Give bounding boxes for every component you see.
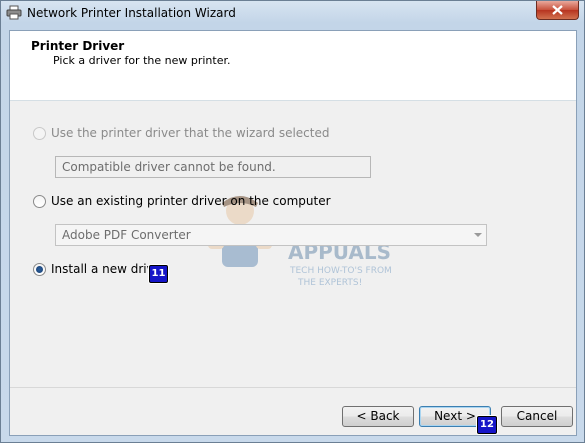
close-icon [552, 5, 563, 15]
window-title: Network Printer Installation Wizard [27, 6, 236, 20]
radio-wizard-driver [33, 126, 46, 140]
wizard-content: Printer Driver Pick a driver for the new… [9, 30, 577, 436]
step-badge-11: 11 [149, 265, 168, 283]
chevron-down-icon [474, 233, 482, 237]
step-badge-12: 12 [477, 416, 497, 434]
page-subtitle: Pick a driver for the new printer. [53, 54, 231, 67]
existing-driver-select: Adobe PDF Converter [55, 224, 487, 246]
radio-existing-driver[interactable] [33, 194, 46, 208]
option-existing-driver-label[interactable]: Use an existing printer driver on the co… [51, 194, 331, 208]
radio-install-new-driver[interactable] [33, 262, 46, 276]
printer-icon [6, 5, 22, 20]
option-wizard-driver: Use the printer driver that the wizard s… [33, 126, 329, 140]
option-wizard-driver-label: Use the printer driver that the wizard s… [51, 126, 330, 140]
option-install-new-driver[interactable]: Install a new driver [33, 262, 166, 276]
page-title: Printer Driver [31, 39, 125, 53]
watermark-tagline-1: TECH HOW-TO'S FROM [289, 266, 392, 276]
cancel-button[interactable]: Cancel [501, 406, 573, 427]
option-existing-driver[interactable]: Use an existing printer driver on the co… [33, 194, 331, 208]
wizard-window: Network Printer Installation Wizard Prin… [0, 0, 585, 443]
back-button[interactable]: < Back [342, 406, 414, 427]
wizard-driver-field: Compatible driver cannot be found. [55, 156, 371, 178]
watermark-tagline-2: THE EXPERTS! [297, 278, 362, 288]
title-bar[interactable]: Network Printer Installation Wizard [1, 1, 584, 25]
footer-divider [10, 387, 576, 388]
wizard-header: Printer Driver Pick a driver for the new… [10, 31, 576, 101]
existing-driver-value: Adobe PDF Converter [62, 228, 191, 242]
close-button[interactable] [536, 1, 579, 20]
